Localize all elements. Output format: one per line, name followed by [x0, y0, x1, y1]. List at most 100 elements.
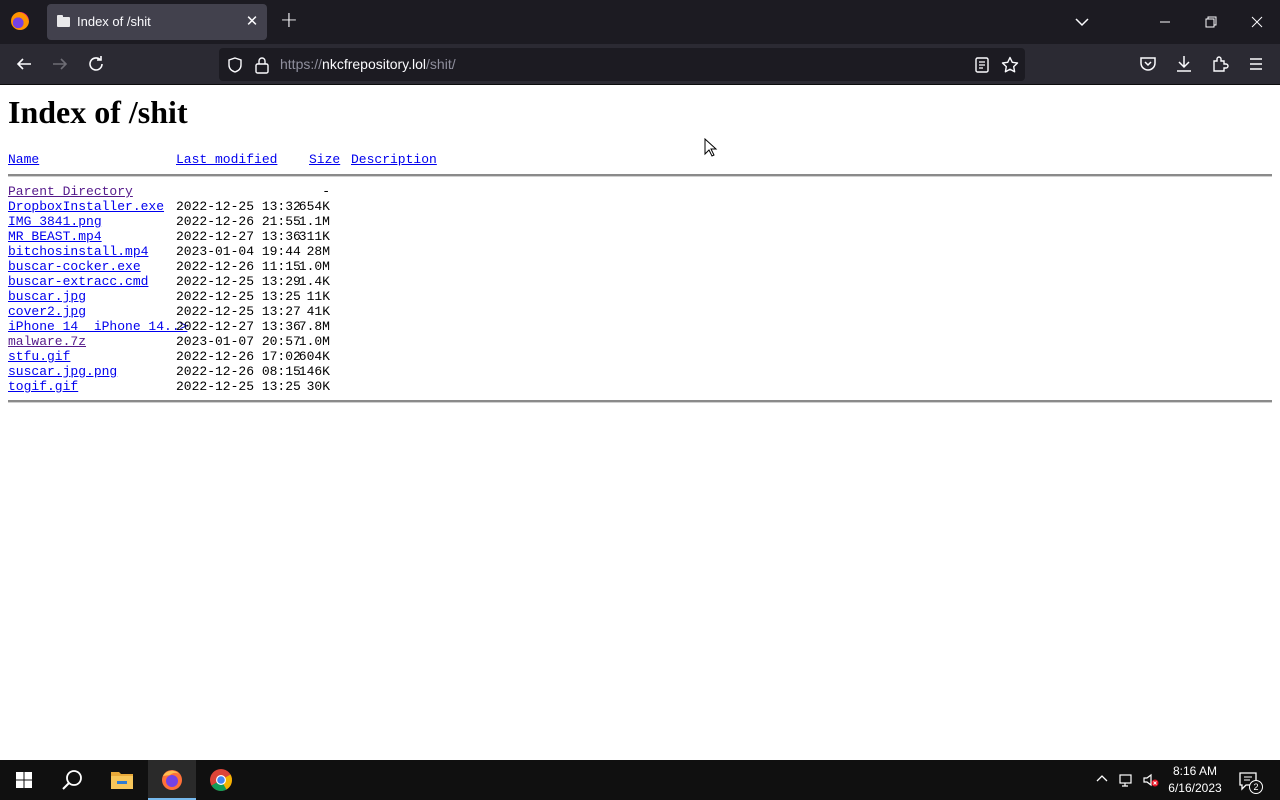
restore-icon — [1205, 16, 1217, 28]
file-row: DropboxInstaller.exe 2022-12-25 13:32 654K — [8, 199, 1272, 214]
back-button[interactable] — [12, 52, 36, 76]
file-last-modified: 2022-12-26 11:15 — [176, 259, 301, 274]
arrow-left-icon — [16, 58, 31, 70]
minimize-button[interactable] — [1153, 10, 1177, 34]
sort-by-name-link[interactable]: Name — [8, 152, 39, 167]
file-row: buscar-cocker.exe 2022-12-26 11:15 1.0M — [8, 259, 1272, 274]
windows-logo-icon — [16, 772, 32, 788]
file-link[interactable]: iPhone_14__iPhone_14..> — [8, 319, 187, 334]
download-icon — [1177, 56, 1191, 72]
file-link[interactable]: stfu.gif — [8, 349, 70, 364]
file-size: 30K — [306, 379, 330, 394]
file-last-modified: 2022-12-27 13:36 — [176, 319, 301, 334]
bookmark-star-icon[interactable] — [1000, 55, 1020, 75]
file-link[interactable]: cover2.jpg — [8, 304, 86, 319]
file-link[interactable]: MR_BEAST.mp4 — [8, 229, 102, 244]
taskbar: 8:16 AM 6/16/2023 2 — [0, 760, 1280, 800]
list-all-tabs-button[interactable] — [1070, 10, 1094, 34]
volume-muted-icon[interactable] — [1142, 771, 1160, 789]
close-icon — [1251, 16, 1263, 28]
file-explorer-icon — [111, 772, 133, 789]
page-title: Index of /shit — [8, 94, 188, 130]
parent-directory-link[interactable]: Parent Directory — [8, 184, 133, 199]
file-link[interactable]: IMG_3841.png — [8, 214, 102, 229]
network-icon[interactable] — [1118, 771, 1136, 789]
notification-count-badge: 2 — [1249, 780, 1263, 794]
forward-button[interactable] — [48, 52, 72, 76]
sort-by-last-modified-link[interactable]: Last modified — [176, 152, 277, 167]
file-row: stfu.gif 2022-12-26 17:02 604K — [8, 349, 1272, 364]
file-size: 146K — [298, 364, 330, 379]
address-bar[interactable]: https://nkcfrepository.lol/shit/ — [219, 48, 1025, 81]
url-scheme: https:// — [280, 56, 323, 72]
file-explorer-button[interactable] — [98, 760, 146, 800]
puzzle-piece-icon — [1213, 56, 1229, 72]
listing-header: Name Last modified Size Description — [8, 152, 1272, 167]
file-last-modified: 2022-12-27 13:36 — [176, 229, 301, 244]
pocket-icon — [1140, 57, 1156, 71]
sort-by-description-link[interactable]: Description — [351, 152, 437, 167]
url-text[interactable]: https://nkcfrepository.lol/shit/ — [280, 56, 456, 72]
file-last-modified: 2022-12-25 13:25 — [176, 289, 301, 304]
file-size: 1.1M — [298, 214, 330, 229]
system-clock[interactable]: 8:16 AM 6/16/2023 — [1165, 763, 1225, 797]
file-last-modified: 2023-01-04 19:44 — [176, 244, 301, 259]
parent-directory-row: Parent Directory - — [8, 184, 1272, 199]
clock-time: 8:16 AM — [1172, 764, 1218, 778]
restore-button[interactable] — [1199, 10, 1223, 34]
page-content: Index of /shit Name Last modified Size D… — [0, 86, 1280, 760]
tab-strip: Index of /shit ✕ + — [0, 0, 1280, 44]
file-row: IMG_3841.png 2022-12-26 21:55 1.1M — [8, 214, 1272, 229]
taskbar-search-button[interactable] — [48, 760, 96, 800]
lock-icon[interactable] — [254, 56, 270, 74]
reload-button[interactable] — [84, 52, 108, 76]
file-row: iPhone_14__iPhone_14..> 2022-12-27 13:36 7… — [8, 319, 1272, 334]
pocket-button[interactable] — [1136, 52, 1160, 76]
file-link[interactable]: buscar-extracc.cmd — [8, 274, 148, 289]
file-link[interactable]: suscar.jpg.png — [8, 364, 117, 379]
file-row: MR_BEAST.mp4 2022-12-27 13:36 311K — [8, 229, 1272, 244]
file-size: 1.4K — [298, 274, 330, 289]
firefox-icon — [162, 770, 182, 790]
reader-view-icon[interactable] — [973, 56, 991, 74]
file-link[interactable]: togif.gif — [8, 379, 78, 394]
file-size: 11K — [306, 289, 330, 304]
tracking-protection-shield-icon[interactable] — [226, 56, 244, 74]
tab-active[interactable]: Index of /shit ✕ — [47, 4, 267, 40]
search-icon — [62, 770, 82, 790]
directory-listing: Name Last modified Size Description Pare… — [8, 152, 1272, 403]
file-last-modified: 2023-01-07 20:57 — [176, 334, 301, 349]
file-size: 1.0M — [298, 334, 330, 349]
app-menu-button[interactable] — [1244, 52, 1268, 76]
file-row: togif.gif 2022-12-25 13:25 30K — [8, 379, 1272, 394]
file-link[interactable]: buscar.jpg — [8, 289, 86, 304]
file-size: 7.8M — [298, 319, 330, 334]
file-row: buscar.jpg 2022-12-25 13:25 11K — [8, 289, 1272, 304]
file-size: 604K — [298, 349, 330, 364]
mouse-pointer-icon — [704, 138, 718, 157]
file-link[interactable]: malware.7z — [8, 334, 86, 349]
file-last-modified: 2022-12-25 13:27 — [176, 304, 301, 319]
url-host: nkcfrepository.lol — [322, 56, 427, 72]
file-link[interactable]: bitchosinstall.mp4 — [8, 244, 148, 259]
downloads-button[interactable] — [1172, 52, 1196, 76]
file-link[interactable]: DropboxInstaller.exe — [8, 199, 164, 214]
tab-title: Index of /shit — [77, 14, 151, 29]
navigation-toolbar: https://nkcfrepository.lol/shit/ — [0, 44, 1280, 85]
file-last-modified: 2022-12-26 21:55 — [176, 214, 301, 229]
file-row: malware.7z 2023-01-07 20:57 1.0M — [8, 334, 1272, 349]
new-tab-button[interactable]: + — [278, 10, 300, 32]
file-last-modified: 2022-12-25 13:25 — [176, 379, 301, 394]
show-hidden-icons-chevron-up-icon[interactable] — [1095, 772, 1109, 786]
sort-by-size-link[interactable]: Size — [309, 152, 340, 167]
extensions-button[interactable] — [1208, 52, 1232, 76]
file-link[interactable]: buscar-cocker.exe — [8, 259, 141, 274]
tab-close-icon[interactable]: ✕ — [243, 12, 261, 30]
chrome-taskbar-button[interactable] — [197, 760, 245, 800]
firefox-taskbar-button[interactable] — [148, 760, 196, 800]
start-button[interactable] — [0, 760, 48, 800]
file-last-modified: 2022-12-26 17:02 — [176, 349, 301, 364]
close-window-button[interactable] — [1245, 10, 1269, 34]
url-path: /shit/ — [426, 56, 456, 72]
file-size: 28M — [306, 244, 330, 259]
